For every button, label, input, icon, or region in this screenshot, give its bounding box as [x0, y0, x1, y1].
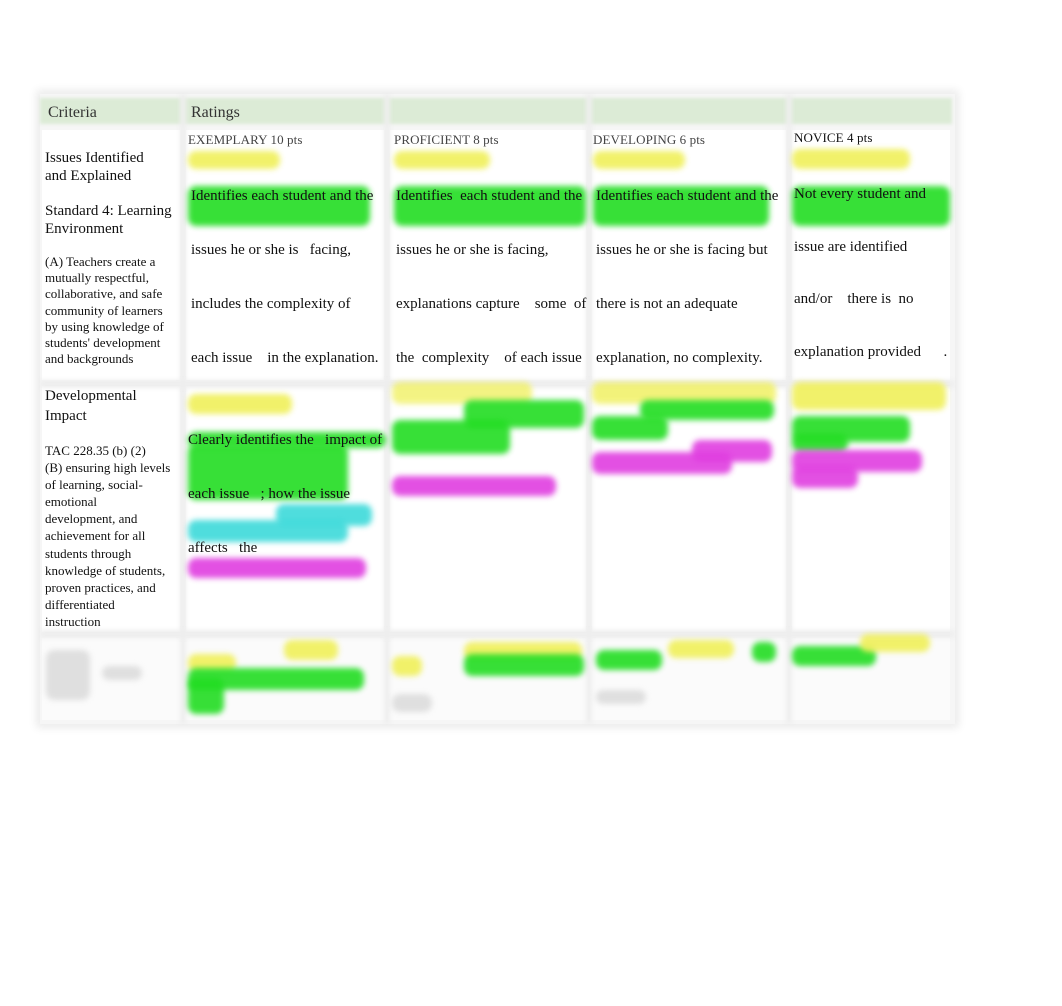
detail-line: achievement for all	[45, 528, 146, 544]
criterion-tac-detail: TAC 228.35 (b) (2) (B) ensuring high lev…	[45, 442, 170, 630]
rating-line: and/or there is no	[794, 291, 914, 307]
detail-line: collaborative, and safe	[45, 286, 163, 302]
rating-line: the complexity of each issue	[396, 350, 582, 366]
level-proficient: PROFICIENT 8 pts	[394, 132, 499, 147]
rating-developing-issues: Identifies each student and the issues h…	[596, 151, 778, 403]
criterion-title-line: Developmental	[45, 388, 137, 404]
rating-line: Identifies each student and the	[191, 188, 374, 204]
detail-line: instruction	[45, 613, 101, 629]
detail-line: (A) Teachers create a	[45, 254, 156, 269]
criteria-header: Criteria	[48, 104, 97, 121]
rating-line: issues he or she is facing but	[596, 242, 768, 258]
detail-line: emotional	[45, 494, 97, 510]
standard-line: Environment	[45, 220, 124, 237]
rating-line: issues he or she is facing,	[191, 242, 351, 258]
rating-exemplary-impact: Clearly identifies the impact of each is…	[188, 395, 382, 593]
detail-line: differentiated	[45, 596, 115, 612]
rating-novice-issues: Not every student and issue are identifi…	[794, 151, 947, 396]
criterion-developmental-impact: Developmental Impact	[45, 386, 137, 426]
rating-line: explanations capture some of	[396, 296, 587, 312]
detail-line: development, and	[45, 511, 138, 527]
ratings-header: Ratings	[191, 104, 240, 121]
criterion-standard-detail: (A) Teachers create a mutually respectfu…	[45, 254, 164, 367]
standard-line: Standard 4: Learning	[45, 203, 172, 219]
rating-line: Identifies each student and the	[596, 188, 779, 204]
rating-line: issue are identified	[794, 238, 908, 255]
rating-line: Identifies each student and the	[396, 188, 583, 204]
criterion-title-line: Issues Identified	[45, 150, 144, 166]
rating-line: there is not an adequate	[596, 296, 738, 312]
detail-line: students through	[45, 545, 132, 561]
rating-line: each issue in the explanation.	[191, 350, 379, 366]
detail-line: mutually respectful,	[45, 270, 149, 286]
rating-line: explanation provided .	[794, 343, 948, 360]
rubric-header-band	[40, 98, 952, 124]
rubric-table: Criteria Ratings EXEMPLARY 10 pts PROFIC…	[40, 94, 955, 724]
criterion-standard-4: Standard 4: Learning Environment	[45, 203, 172, 238]
detail-line: and backgrounds	[45, 351, 134, 367]
detail-line: knowledge of students,	[45, 562, 166, 578]
criterion-title-line: Impact	[45, 408, 87, 424]
level-novice: NOVICE 4 pts	[794, 130, 873, 145]
level-exemplary: EXEMPLARY 10 pts	[188, 132, 303, 147]
level-developing: DEVELOPING 6 pts	[593, 132, 706, 147]
rating-exemplary-issues: Identifies each student and the issues h…	[191, 151, 378, 403]
rating-line: each issue ; how the issue	[188, 486, 351, 502]
detail-line: by using knowledge of	[45, 318, 164, 334]
criterion-issues-identified: Issues Identified and Explained	[45, 150, 144, 185]
rating-line: Clearly identifies the impact of	[188, 432, 383, 448]
detail-line: (B) ensuring high levels	[45, 460, 171, 476]
detail-line: community of learners	[45, 302, 163, 318]
rating-proficient-issues: Identifies each student and the issues h…	[396, 151, 586, 403]
rating-line: includes the complexity of	[191, 296, 351, 312]
criterion-title-line: and Explained	[45, 167, 132, 184]
rating-line: affects the	[188, 540, 258, 556]
rating-line: Not every student and	[794, 186, 927, 202]
detail-line: of learning, social-	[45, 477, 143, 493]
detail-line: proven practices, and	[45, 579, 156, 595]
detail-line: students' development	[45, 335, 161, 351]
rating-line: issues he or she is facing,	[396, 242, 549, 258]
rating-line: explanation, no complexity.	[596, 350, 763, 366]
detail-line: TAC 228.35 (b) (2)	[45, 443, 146, 458]
